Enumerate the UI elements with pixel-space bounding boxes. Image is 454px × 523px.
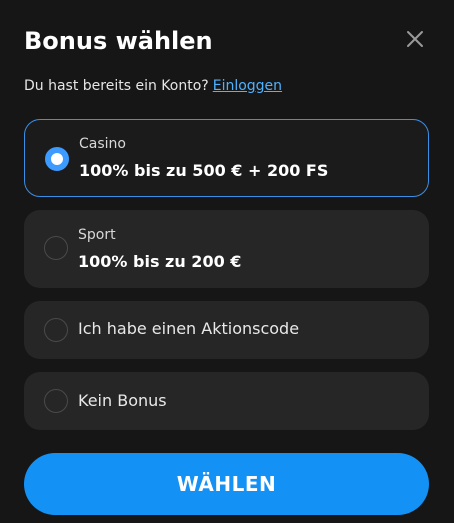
modal-title: Bonus wählen: [24, 27, 213, 55]
close-icon[interactable]: [404, 28, 426, 50]
option-value-casino: 100% bis zu 500 € + 200 FS: [79, 161, 329, 180]
bonus-option-no-bonus[interactable]: Kein Bonus: [24, 372, 429, 430]
option-label-sport: Sport: [78, 227, 116, 243]
bonus-modal: Bonus wählen Du hast bereits ein Konto? E…: [0, 0, 454, 523]
bonus-option-sport[interactable]: Sport 100% bis zu 200 €: [24, 210, 429, 288]
login-link[interactable]: Einloggen: [213, 78, 282, 94]
option-label-casino: Casino: [79, 136, 126, 152]
option-label-no-bonus: Kein Bonus: [78, 391, 167, 410]
login-prompt-text: Du hast bereits ein Konto?: [24, 78, 209, 94]
radio-button-no-bonus[interactable]: [44, 389, 68, 413]
radio-button-sport[interactable]: [44, 236, 68, 260]
radio-button-casino[interactable]: [45, 147, 69, 171]
radio-button-promo-code[interactable]: [44, 318, 68, 342]
option-value-sport: 100% bis zu 200 €: [78, 252, 242, 271]
bonus-option-casino[interactable]: Casino 100% bis zu 500 € + 200 FS: [24, 119, 429, 197]
bonus-option-promo-code[interactable]: Ich habe einen Aktionscode: [24, 301, 429, 359]
login-prompt-line: Du hast bereits ein Konto? Einloggen: [24, 76, 282, 96]
choose-button[interactable]: WÄHLEN: [24, 453, 429, 515]
option-label-promo-code: Ich habe einen Aktionscode: [78, 319, 300, 338]
